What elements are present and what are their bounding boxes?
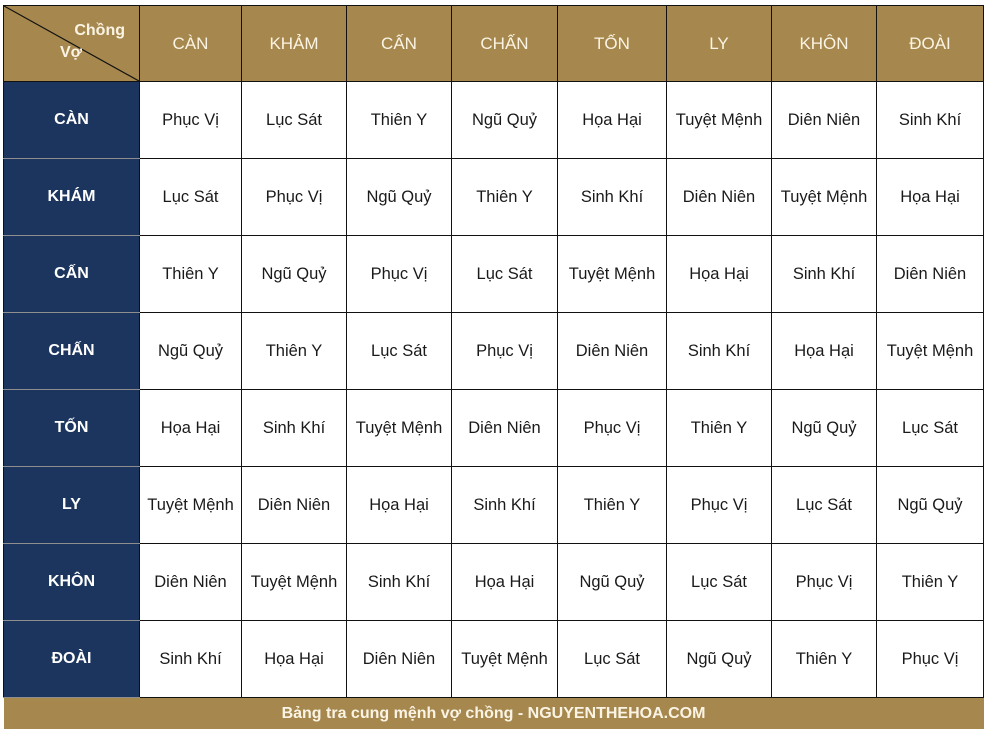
compatibility-table-container: Chồng Vợ CÀN KHẢM CẤN CHẤN TỐN LY KHÔN Đ… bbox=[3, 5, 984, 729]
table-cell: Phục Vị bbox=[241, 158, 347, 236]
column-header: TỐN bbox=[557, 5, 667, 82]
table-cell: Ngũ Quỷ bbox=[346, 158, 452, 236]
table-cell: Diên Niên bbox=[876, 235, 984, 313]
row-header: LY bbox=[3, 466, 140, 544]
table-cell: Sinh Khí bbox=[666, 312, 772, 390]
table-cell: Ngũ Quỷ bbox=[451, 81, 558, 159]
table-cell: Ngũ Quỷ bbox=[557, 543, 667, 621]
table-cell: Tuyệt Mệnh bbox=[451, 620, 558, 698]
table-cell: Ngũ Quỷ bbox=[771, 389, 877, 467]
table-cell: Diên Niên bbox=[241, 466, 347, 544]
table-cell: Lục Sát bbox=[346, 312, 452, 390]
table-cell: Ngũ Quỷ bbox=[876, 466, 984, 544]
table-cell: Diên Niên bbox=[666, 158, 772, 236]
table-row: ĐOÀI Sinh Khí Họa Hại Diên Niên Tuyệt Mệnh Lụ… bbox=[3, 620, 984, 698]
table-cell: Họa Hại bbox=[139, 389, 242, 467]
table-cell: Ngũ Quỷ bbox=[666, 620, 772, 698]
column-header: KHẢM bbox=[241, 5, 347, 82]
table-cell: Thiên Y bbox=[876, 543, 984, 621]
footer-row: Bảng tra cung mệnh vợ chồng - NGUYENTHEH… bbox=[3, 697, 984, 729]
table-cell: Phục Vị bbox=[771, 543, 877, 621]
corner-header-cell: Chồng Vợ bbox=[3, 5, 140, 82]
column-header: KHÔN bbox=[771, 5, 877, 82]
table-cell: Sinh Khí bbox=[557, 158, 667, 236]
table-row: TỐN Họa Hại Sinh Khí Tuyệt Mệnh Diên Niên Phụ… bbox=[3, 389, 984, 467]
table-cell: Thiên Y bbox=[451, 158, 558, 236]
table-cell: Tuyệt Mệnh bbox=[771, 158, 877, 236]
table-cell: Lục Sát bbox=[557, 620, 667, 698]
table-cell: Lục Sát bbox=[771, 466, 877, 544]
table-cell: Phục Vị bbox=[451, 312, 558, 390]
table-cell: Phục Vị bbox=[876, 620, 984, 698]
table-cell: Thiên Y bbox=[771, 620, 877, 698]
wife-axis-label: Vợ bbox=[60, 44, 83, 61]
table-cell: Ngũ Quỷ bbox=[241, 235, 347, 313]
table-cell: Sinh Khí bbox=[451, 466, 558, 544]
row-header: CHẤN bbox=[3, 312, 140, 390]
table-cell: Họa Hại bbox=[666, 235, 772, 313]
table-cell: Họa Hại bbox=[241, 620, 347, 698]
table-row: KHÁM Lục Sát Phục Vị Ngũ Quỷ Thiên Y Sinh Khí… bbox=[3, 158, 984, 236]
table-body: CÀN Phục Vị Lục Sát Thiên Y Ngũ Quỷ Họa Hại Tu… bbox=[3, 81, 984, 698]
table-cell: Lục Sát bbox=[139, 158, 242, 236]
table-cell: Lục Sát bbox=[241, 81, 347, 159]
table-cell: Diên Niên bbox=[557, 312, 667, 390]
column-header: CẤN bbox=[346, 5, 452, 82]
table-cell: Lục Sát bbox=[451, 235, 558, 313]
table-cell: Tuyệt Mệnh bbox=[241, 543, 347, 621]
row-header: CẤN bbox=[3, 235, 140, 313]
table-cell: Tuyệt Mệnh bbox=[557, 235, 667, 313]
table-row: CÀN Phục Vị Lục Sát Thiên Y Ngũ Quỷ Họa Hại Tu… bbox=[3, 81, 984, 159]
table-cell: Tuyệt Mệnh bbox=[876, 312, 984, 390]
table-cell: Phục Vị bbox=[666, 466, 772, 544]
table-cell: Thiên Y bbox=[241, 312, 347, 390]
table-cell: Họa Hại bbox=[876, 158, 984, 236]
table-cell: Tuyệt Mệnh bbox=[346, 389, 452, 467]
table-caption: Bảng tra cung mệnh vợ chồng - NGUYENTHEH… bbox=[3, 697, 984, 729]
table-cell: Lục Sát bbox=[666, 543, 772, 621]
table-row: LY Tuyệt Mệnh Diên Niên Họa Hại Sinh Khí Thiê… bbox=[3, 466, 984, 544]
table-cell: Sinh Khí bbox=[346, 543, 452, 621]
table-cell: Diên Niên bbox=[346, 620, 452, 698]
husband-axis-label: Chồng bbox=[74, 22, 125, 39]
header-row: Chồng Vợ CÀN KHẢM CẤN CHẤN TỐN LY KHÔN Đ… bbox=[3, 5, 984, 82]
table-cell: Diên Niên bbox=[451, 389, 558, 467]
table-cell: Phục Vị bbox=[139, 81, 242, 159]
table-row: CẤN Thiên Y Ngũ Quỷ Phục Vị Lục Sát Tuyệt Mện… bbox=[3, 235, 984, 313]
row-header: KHÔN bbox=[3, 543, 140, 621]
table-cell: Diên Niên bbox=[771, 81, 877, 159]
table-cell: Diên Niên bbox=[139, 543, 242, 621]
column-header: LY bbox=[666, 5, 772, 82]
column-header: ĐOÀI bbox=[876, 5, 984, 82]
table-cell: Tuyệt Mệnh bbox=[666, 81, 772, 159]
row-header: ĐOÀI bbox=[3, 620, 140, 698]
column-header: CHẤN bbox=[451, 5, 558, 82]
table-cell: Họa Hại bbox=[771, 312, 877, 390]
table-cell: Sinh Khí bbox=[876, 81, 984, 159]
column-header: CÀN bbox=[139, 5, 242, 82]
row-header: CÀN bbox=[3, 81, 140, 159]
table-row: KHÔN Diên Niên Tuyệt Mệnh Sinh Khí Họa Hại Ng… bbox=[3, 543, 984, 621]
table-cell: Sinh Khí bbox=[139, 620, 242, 698]
couple-compatibility-table: Chồng Vợ CÀN KHẢM CẤN CHẤN TỐN LY KHÔN Đ… bbox=[3, 5, 984, 729]
table-row: CHẤN Ngũ Quỷ Thiên Y Lục Sát Phục Vị Diên Niê… bbox=[3, 312, 984, 390]
table-cell: Họa Hại bbox=[557, 81, 667, 159]
table-cell: Thiên Y bbox=[346, 81, 452, 159]
table-cell: Thiên Y bbox=[666, 389, 772, 467]
table-cell: Lục Sát bbox=[876, 389, 984, 467]
table-cell: Phục Vị bbox=[557, 389, 667, 467]
table-cell: Họa Hại bbox=[346, 466, 452, 544]
table-cell: Thiên Y bbox=[139, 235, 242, 313]
table-cell: Sinh Khí bbox=[241, 389, 347, 467]
table-cell: Ngũ Quỷ bbox=[139, 312, 242, 390]
table-cell: Phục Vị bbox=[346, 235, 452, 313]
table-cell: Sinh Khí bbox=[771, 235, 877, 313]
row-header: KHÁM bbox=[3, 158, 140, 236]
table-cell: Thiên Y bbox=[557, 466, 667, 544]
table-cell: Họa Hại bbox=[451, 543, 558, 621]
table-cell: Tuyệt Mệnh bbox=[139, 466, 242, 544]
row-header: TỐN bbox=[3, 389, 140, 467]
